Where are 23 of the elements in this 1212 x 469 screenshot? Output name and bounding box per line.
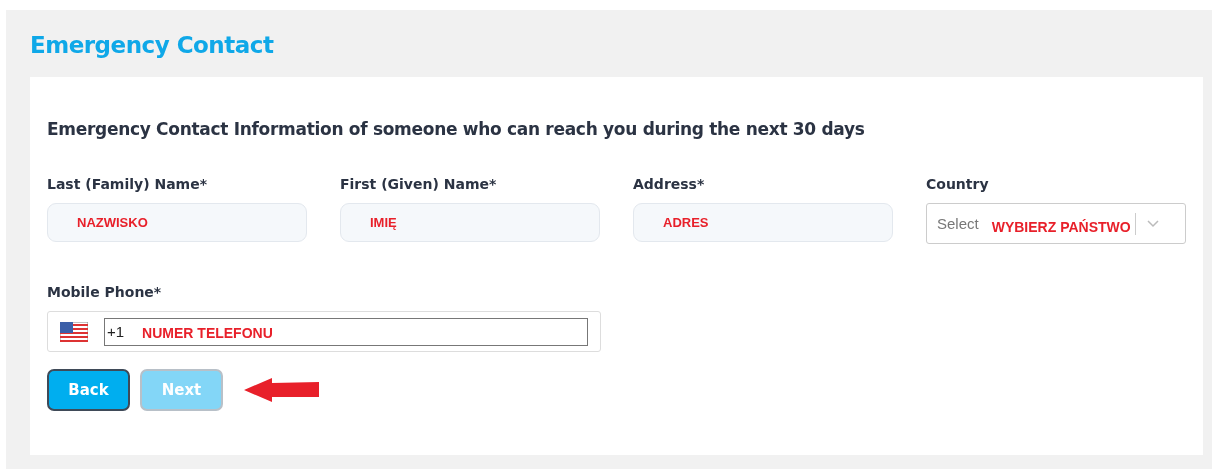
annotation-text: IMIĘ bbox=[370, 215, 397, 230]
country-select[interactable]: Select WYBIERZ PAŃSTWO bbox=[926, 203, 1186, 244]
field-label: First (Given) Name* bbox=[340, 176, 498, 192]
annotation-text: NAZWISKO bbox=[77, 215, 148, 230]
phone-value: +1 bbox=[107, 323, 125, 340]
annotation-text: ADRES bbox=[663, 215, 709, 230]
chevron-down-icon bbox=[1146, 219, 1159, 228]
annotation-text: WYBIERZ PAŃSTWO bbox=[991, 218, 1131, 235]
annotation-text: NUMER TELEFONU bbox=[142, 325, 273, 341]
back-button[interactable]: Back bbox=[47, 369, 130, 411]
page-title: Emergency Contact bbox=[30, 32, 275, 60]
field-label: Address* bbox=[633, 176, 706, 192]
phone-input[interactable]: +1 NUMER TELEFONU bbox=[104, 317, 588, 346]
field-label: Country bbox=[926, 176, 990, 192]
field-label: Last (Family) Name* bbox=[47, 176, 208, 192]
select-placeholder: Select bbox=[937, 215, 979, 232]
pointer-arrow-icon bbox=[244, 377, 320, 403]
input-field[interactable]: IMIĘ bbox=[340, 203, 600, 242]
section-heading: Emergency Contact Information of someone who can reach you during the next 30 days bbox=[47, 119, 866, 139]
input-field[interactable]: NAZWISKO bbox=[47, 203, 307, 242]
field-label: Mobile Phone* bbox=[47, 284, 163, 300]
input-field[interactable]: ADRES bbox=[633, 203, 893, 242]
flag-icon[interactable] bbox=[60, 321, 88, 342]
